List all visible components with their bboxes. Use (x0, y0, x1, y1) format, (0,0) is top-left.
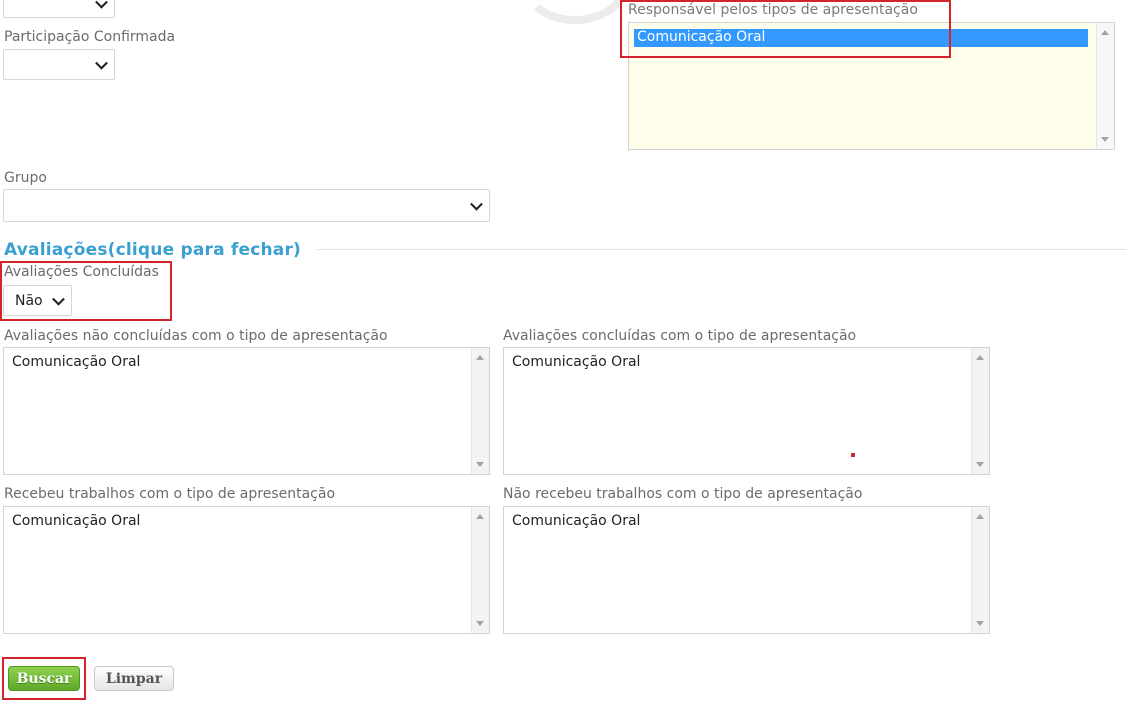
top-partial-select[interactable] (3, 0, 115, 18)
nao-concluidas-listbox[interactable]: Comunicação Oral (3, 347, 490, 475)
avaliacoes-section-title[interactable]: Avaliações(clique para fechar) (4, 240, 301, 260)
participacao-select[interactable] (3, 49, 115, 80)
scrollbar[interactable] (1096, 23, 1114, 149)
scroll-down-icon[interactable] (476, 621, 484, 626)
concluidas-tipo-label: Avaliações concluídas com o tipo de apre… (503, 328, 857, 344)
limpar-button[interactable]: Limpar (94, 666, 174, 691)
concluidas-tipo-option[interactable]: Comunicação Oral (512, 354, 640, 370)
grupo-select[interactable] (3, 189, 490, 222)
scrollbar[interactable] (971, 348, 989, 474)
nao-recebeu-label: Não recebeu trabalhos com o tipo de apre… (503, 486, 863, 502)
highlight-box-buscar (2, 657, 86, 700)
recebeu-label: Recebeu trabalhos com o tipo de apresent… (4, 486, 336, 502)
decorative-magnifier-arc (520, 0, 630, 24)
scroll-up-icon[interactable] (976, 355, 984, 360)
highlight-box-concluidas (0, 261, 172, 321)
scrollbar[interactable] (471, 348, 489, 474)
chevron-down-icon (470, 197, 483, 211)
recebeu-listbox[interactable]: Comunicação Oral (3, 506, 490, 634)
scrollbar[interactable] (471, 507, 489, 633)
scroll-up-icon[interactable] (976, 514, 984, 519)
cursor-dot (851, 453, 855, 457)
nao-concluidas-label: Avaliações não concluídas com o tipo de … (4, 328, 388, 344)
nao-concluidas-option[interactable]: Comunicação Oral (12, 354, 140, 370)
chevron-down-icon (95, 56, 108, 70)
recebeu-option[interactable]: Comunicação Oral (12, 513, 140, 529)
scroll-down-icon[interactable] (1101, 137, 1109, 142)
scroll-up-icon[interactable] (476, 514, 484, 519)
nao-recebeu-option[interactable]: Comunicação Oral (512, 513, 640, 529)
highlight-box-responsavel (620, 0, 951, 58)
scroll-down-icon[interactable] (976, 462, 984, 467)
scroll-down-icon[interactable] (976, 621, 984, 626)
chevron-down-icon (95, 0, 108, 9)
grupo-label: Grupo (4, 170, 47, 186)
nao-recebeu-listbox[interactable]: Comunicação Oral (503, 506, 990, 634)
scroll-down-icon[interactable] (476, 462, 484, 467)
participacao-label: Participação Confirmada (4, 29, 176, 45)
concluidas-tipo-listbox[interactable]: Comunicação Oral (503, 347, 990, 475)
scrollbar[interactable] (971, 507, 989, 633)
section-divider (316, 249, 1126, 250)
scroll-up-icon[interactable] (1101, 30, 1109, 35)
scroll-up-icon[interactable] (476, 355, 484, 360)
